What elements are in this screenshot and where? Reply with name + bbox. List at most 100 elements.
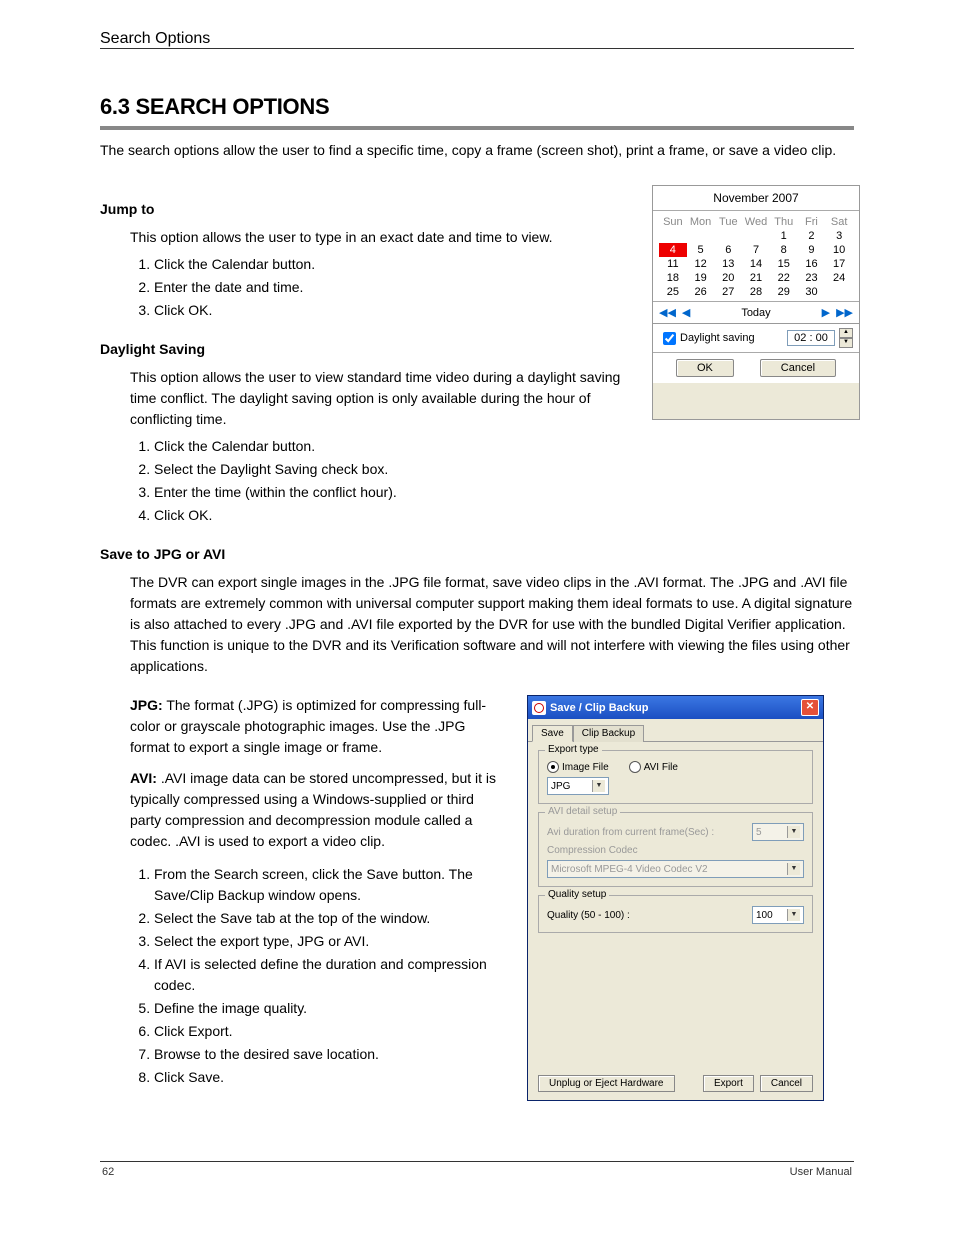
time-up-icon[interactable]: ▲ [839, 328, 853, 338]
jump-to-body: This option allows the user to type in a… [130, 227, 632, 248]
close-icon[interactable]: ✕ [801, 699, 819, 716]
step: Click OK. [154, 505, 854, 526]
avi-duration-value: 5 [756, 827, 762, 838]
calendar-day[interactable] [714, 229, 742, 243]
step: Define the image quality. [154, 998, 507, 1019]
daylight-saving-checkbox[interactable] [663, 332, 676, 345]
calendar-day[interactable]: 16 [798, 257, 826, 271]
section-title: 6.3 SEARCH OPTIONS [100, 94, 854, 120]
calendar-day[interactable]: 21 [742, 271, 770, 285]
image-file-radio[interactable]: Image File [547, 761, 609, 773]
step: Click Save. [154, 1067, 507, 1088]
prev-month-icon[interactable]: ◀ [682, 306, 690, 319]
calendar-day[interactable]: 27 [714, 285, 742, 299]
jpg-desc: The format (.JPG) is optimized for compr… [130, 697, 486, 755]
calendar-day[interactable]: 2 [798, 229, 826, 243]
next-year-icon[interactable]: ▶▶ [836, 306, 853, 319]
calendar-day[interactable]: 1 [770, 229, 798, 243]
chevron-down-icon: ▼ [787, 863, 800, 875]
calendar-day[interactable]: 5 [687, 243, 715, 257]
day-header: Wed [742, 215, 770, 229]
avi-desc: .AVI image data can be stored uncompress… [130, 770, 496, 849]
section-rule [100, 126, 854, 130]
cancel-button[interactable]: Cancel [760, 1075, 813, 1092]
save-body: The DVR can export single images in the … [130, 572, 854, 677]
calendar-day[interactable]: 8 [770, 243, 798, 257]
prev-year-icon[interactable]: ◀◀ [659, 306, 676, 319]
unplug-eject-button[interactable]: Unplug or Eject Hardware [538, 1075, 675, 1092]
calendar-day[interactable]: 20 [714, 271, 742, 285]
day-header: Sat [825, 215, 853, 229]
calendar-day[interactable]: 3 [825, 229, 853, 243]
calendar-day[interactable] [825, 285, 853, 299]
calendar-title: November 2007 [653, 186, 859, 211]
calendar-day[interactable] [742, 229, 770, 243]
format-value: JPG [551, 781, 570, 792]
calendar-day[interactable]: 19 [687, 271, 715, 285]
calendar-day[interactable]: 17 [825, 257, 853, 271]
time-down-icon[interactable]: ▼ [839, 338, 853, 348]
tab-save[interactable]: Save [532, 725, 573, 742]
day-header: Mon [687, 215, 715, 229]
export-type-fieldset: Export type Image File AVI File [538, 750, 813, 804]
calendar-day[interactable]: 24 [825, 271, 853, 285]
dialog-title: Save / Clip Backup [550, 702, 648, 714]
codec-label: Compression Codec [547, 845, 804, 856]
step: From the Search screen, click the Save b… [154, 864, 507, 906]
today-button[interactable]: Today [741, 307, 770, 319]
calendar-day[interactable]: 30 [798, 285, 826, 299]
calendar-day[interactable]: 10 [825, 243, 853, 257]
jpg-label: JPG: [130, 697, 163, 713]
calendar-day[interactable]: 4 [659, 243, 687, 257]
calendar-day[interactable]: 29 [770, 285, 798, 299]
jump-to-heading: Jump to [100, 201, 632, 217]
quality-select[interactable]: 100 ▼ [752, 906, 804, 924]
calendar-day[interactable]: 15 [770, 257, 798, 271]
daylight-body: This option allows the user to view stan… [130, 367, 632, 430]
save-clip-backup-dialog: Save / Clip Backup ✕ Save Clip Backup Ex… [527, 695, 824, 1101]
step: Select the export type, JPG or AVI. [154, 931, 507, 952]
jump-to-steps: Click the Calendar button. Enter the dat… [154, 254, 632, 321]
calendar-day[interactable] [659, 229, 687, 243]
export-type-legend: Export type [545, 744, 602, 755]
page-header: Search Options [100, 30, 854, 49]
avi-detail-legend: AVI detail setup [545, 806, 620, 817]
cancel-button[interactable]: Cancel [760, 359, 836, 377]
step: Select the Save tab at the top of the wi… [154, 908, 507, 929]
app-icon [532, 701, 546, 715]
calendar-day[interactable]: 25 [659, 285, 687, 299]
time-input[interactable] [787, 330, 835, 346]
step: Click the Calendar button. [154, 254, 632, 275]
avi-file-radio[interactable]: AVI File [629, 761, 678, 773]
tab-clip-backup[interactable]: Clip Backup [573, 725, 644, 742]
day-header: Thu [770, 215, 798, 229]
step: Click Export. [154, 1021, 507, 1042]
calendar-day[interactable]: 11 [659, 257, 687, 271]
calendar-day[interactable]: 12 [687, 257, 715, 271]
calendar-day[interactable]: 28 [742, 285, 770, 299]
export-button[interactable]: Export [703, 1075, 754, 1092]
quality-value: 100 [756, 910, 773, 921]
ok-button[interactable]: OK [676, 359, 734, 377]
calendar-day[interactable]: 14 [742, 257, 770, 271]
calendar-day[interactable]: 7 [742, 243, 770, 257]
calendar-day[interactable]: 26 [687, 285, 715, 299]
next-month-icon[interactable]: ▶ [822, 306, 830, 319]
calendar-day[interactable]: 6 [714, 243, 742, 257]
avi-file-label: AVI File [644, 762, 678, 773]
calendar-day[interactable]: 18 [659, 271, 687, 285]
calendar-day[interactable]: 22 [770, 271, 798, 285]
format-select[interactable]: JPG ▼ [547, 777, 609, 795]
calendar-day[interactable] [687, 229, 715, 243]
step: Select the Daylight Saving check box. [154, 459, 854, 480]
calendar-day[interactable]: 23 [798, 271, 826, 285]
avi-label: AVI: [130, 770, 157, 786]
step: Enter the time (within the conflict hour… [154, 482, 854, 503]
calendar-day[interactable]: 13 [714, 257, 742, 271]
day-header: Fri [798, 215, 826, 229]
quality-fieldset: Quality setup Quality (50 - 100) : 100 ▼ [538, 895, 813, 933]
avi-detail-fieldset: AVI detail setup Avi duration from curre… [538, 812, 813, 887]
image-file-label: Image File [562, 762, 609, 773]
export-steps: From the Search screen, click the Save b… [154, 864, 507, 1088]
calendar-day[interactable]: 9 [798, 243, 826, 257]
